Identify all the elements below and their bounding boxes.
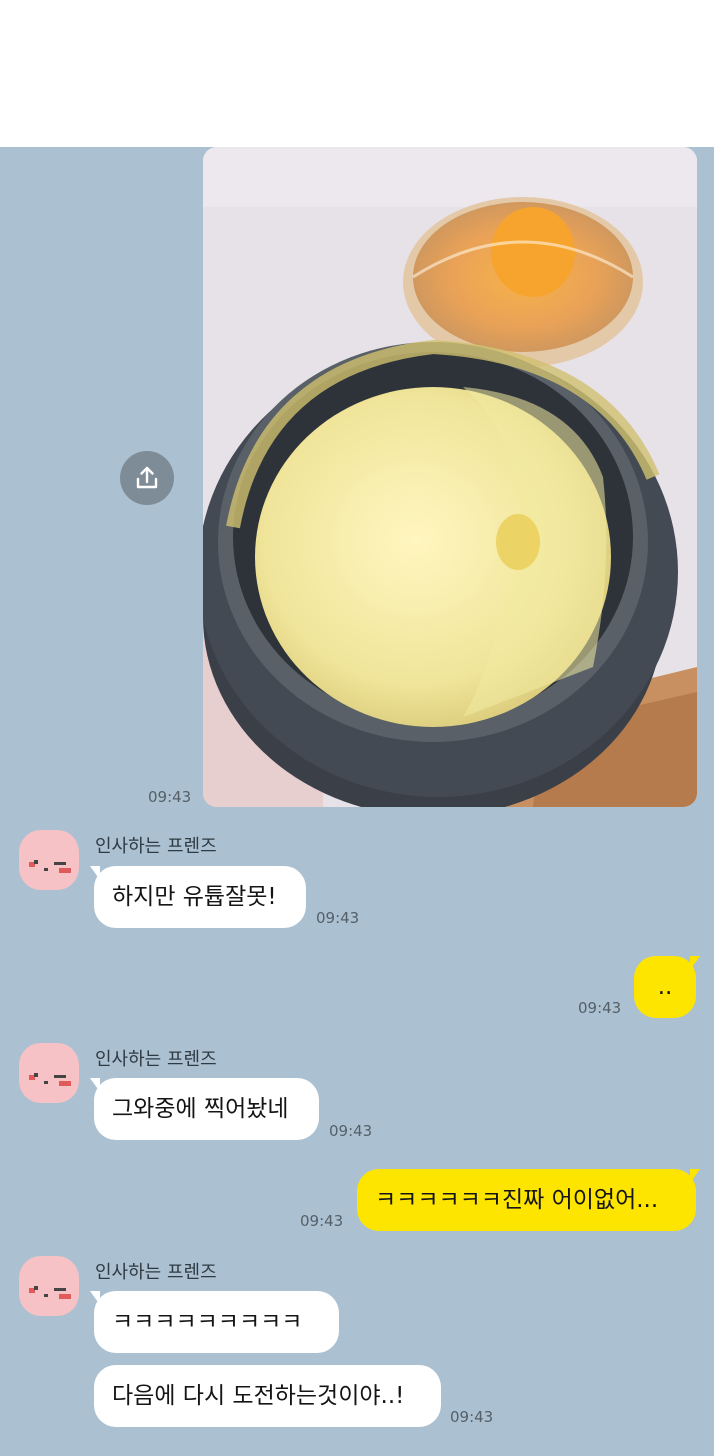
avatar[interactable] bbox=[19, 1256, 79, 1316]
avatar[interactable] bbox=[19, 1043, 79, 1103]
friend-avatar-icon bbox=[29, 1286, 71, 1299]
message-bubble[interactable]: .. bbox=[634, 956, 696, 1018]
sender-name: 인사하는 프렌즈 bbox=[95, 1262, 217, 1283]
photo-of-steamed-egg bbox=[203, 147, 697, 807]
share-icon bbox=[136, 466, 158, 489]
share-button[interactable] bbox=[120, 451, 174, 505]
sender-name: 인사하는 프렌즈 bbox=[95, 836, 217, 857]
message-timestamp: 09:43 bbox=[300, 1212, 344, 1230]
message-bubble[interactable]: ㅋㅋㅋㅋㅋㅋㅋㅋㅋ bbox=[94, 1291, 339, 1353]
avatar[interactable] bbox=[19, 830, 79, 890]
friend-avatar-icon bbox=[29, 860, 71, 873]
message-timestamp: 09:43 bbox=[329, 1122, 373, 1140]
message-bubble[interactable]: 하지만 유튭잘못! bbox=[94, 866, 306, 928]
friend-avatar-icon bbox=[29, 1073, 71, 1086]
photo-message[interactable] bbox=[203, 147, 697, 807]
sender-name: 인사하는 프렌즈 bbox=[95, 1049, 217, 1070]
message-timestamp: 09:43 bbox=[578, 999, 622, 1017]
message-timestamp: 09:43 bbox=[450, 1408, 494, 1426]
message-bubble[interactable]: ㅋㅋㅋㅋㅋㅋ진짜 어이없어... bbox=[357, 1169, 696, 1231]
photo-timestamp: 09:43 bbox=[148, 788, 192, 806]
message-bubble[interactable]: 다음에 다시 도전하는것이야..! bbox=[94, 1365, 441, 1427]
message-bubble[interactable]: 그와중에 찍어놨네 bbox=[94, 1078, 319, 1140]
message-timestamp: 09:43 bbox=[316, 909, 360, 927]
